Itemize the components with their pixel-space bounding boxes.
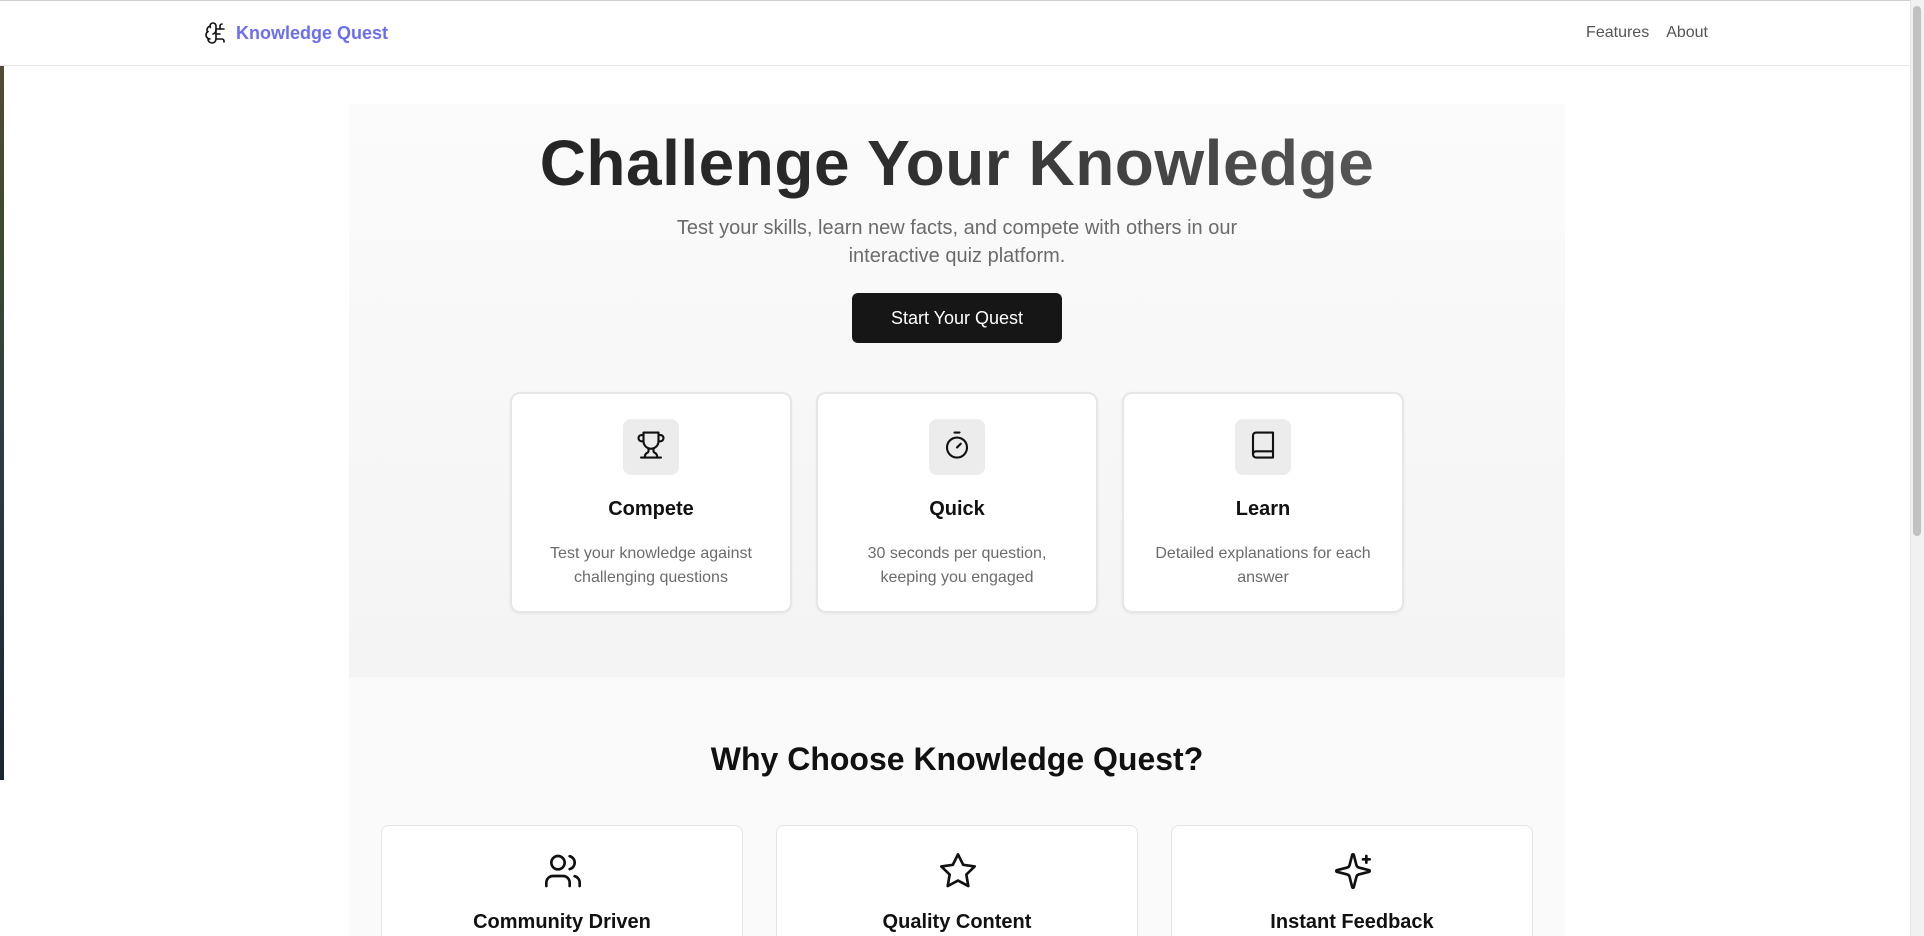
feature-title: Quick: [929, 498, 985, 520]
navbar: Knowledge Quest Features About: [0, 0, 1910, 66]
nav-link-about[interactable]: About: [1666, 24, 1708, 42]
trophy-icon: [636, 430, 666, 465]
feature-icon-box: [929, 419, 985, 475]
why-card-feedback: Instant Feedback: [1171, 825, 1533, 936]
timer-icon: [942, 430, 972, 465]
nav-links: Features About: [1586, 24, 1708, 42]
why-card-community: Community Driven: [381, 825, 743, 936]
hero-title: Challenge Your Knowledge: [349, 126, 1565, 200]
brand-name: Knowledge Quest: [236, 22, 389, 43]
book-icon: [1248, 430, 1278, 465]
why-card-quality: Quality Content: [776, 825, 1138, 936]
feature-description: Detailed explanations for each answer: [1155, 545, 1371, 586]
why-card-title: Community Driven: [473, 911, 651, 933]
why-card-title: Instant Feedback: [1270, 911, 1434, 933]
nav-link-features[interactable]: Features: [1586, 24, 1649, 42]
feature-icon-box: [1235, 419, 1291, 475]
feature-card-learn: Learn Detailed explanations for each ans…: [1122, 392, 1404, 613]
page-scrollbar[interactable]: [1910, 0, 1924, 936]
feature-description: 30 seconds per question, keeping you eng…: [867, 545, 1047, 586]
start-quest-button[interactable]: Start Your Quest: [852, 293, 1062, 343]
scrollbar-thumb[interactable]: [1913, 6, 1921, 536]
hero-subtitle: Test your skills, learn new facts, and c…: [676, 217, 1238, 267]
feature-icon-box: [623, 419, 679, 475]
why-section: Why Choose Knowledge Quest? Community Dr…: [349, 677, 1565, 936]
hero-section: Challenge Your Knowledge Test your skill…: [349, 104, 1565, 677]
why-card-title: Quality Content: [882, 911, 1032, 933]
background-strip: [0, 0, 4, 780]
why-title: Why Choose Knowledge Quest?: [710, 741, 1204, 777]
feature-card-quick: Quick 30 seconds per question, keeping y…: [816, 392, 1098, 613]
brand-logo[interactable]: Knowledge Quest: [204, 21, 388, 45]
brain-icon: [204, 21, 228, 45]
sparkles-icon: [1333, 851, 1373, 891]
feature-description: Test your knowledge against challenging …: [550, 545, 752, 586]
users-icon: [543, 851, 583, 891]
feature-title: Compete: [608, 498, 694, 520]
star-icon: [938, 851, 978, 891]
feature-title: Learn: [1235, 498, 1291, 520]
feature-card-compete: Compete Test your knowledge against chal…: [510, 392, 792, 613]
